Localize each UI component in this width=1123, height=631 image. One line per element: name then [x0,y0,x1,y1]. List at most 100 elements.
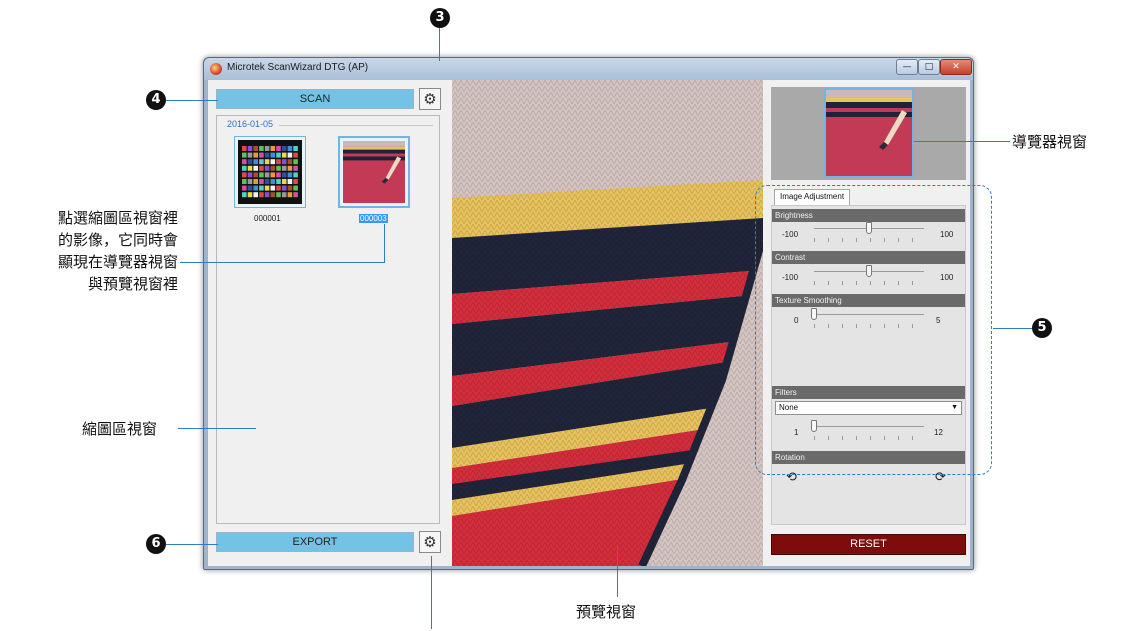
color-patch [264,146,270,151]
color-patch [293,152,298,158]
thumbnail-image-color-chart [238,140,302,204]
color-patch [259,165,264,171]
color-patch [242,179,247,184]
color-patch [276,165,281,171]
date-group-divider [279,125,433,126]
callout-5-leader [993,328,1032,329]
callout-6-leader [166,544,218,545]
color-patch [259,146,264,151]
color-patch [281,165,287,171]
color-patch [281,179,287,184]
color-patch [264,159,270,165]
color-patch [293,192,298,198]
color-patch [293,179,298,184]
thumbnail-caption: 000001 [254,214,281,223]
color-patch [264,152,270,158]
color-patch [293,165,298,171]
adjustment-highlight-box [755,185,992,475]
preview-image-fabric [452,80,763,566]
color-patch [259,159,264,165]
color-patch [287,152,293,158]
callout-5: 5 [1032,318,1052,338]
color-patch [253,172,258,178]
stage: Microtek ScanWizard DTG (AP) — □ ✕ SCAN … [0,0,1123,631]
thumbnail-item[interactable] [234,136,306,208]
color-patch [287,159,293,165]
gear-icon: ⚙ [423,533,437,551]
color-patch [276,172,281,178]
color-patch [253,146,258,151]
color-patch [270,179,276,184]
thumbnail-caption-selected: 000003 [359,214,388,223]
color-patch [253,159,258,165]
color-patch [270,172,276,178]
color-patch [259,185,264,191]
callout-4-leader [166,100,218,101]
thumbnail-area: 2016-01-05 000001 000003 [216,115,440,524]
color-patch [259,179,264,184]
thumbnail-window-leader [178,428,256,429]
color-patch [270,192,276,198]
scan-button[interactable]: SCAN [216,89,414,109]
color-patch [247,192,253,198]
left-panel: SCAN ⚙ 2016-01-05 000001 000003 EXPORT ⚙ [208,80,450,566]
color-patch [293,159,298,165]
color-patch [281,192,287,198]
preview-window-label: 預覽視窗 [576,603,637,621]
color-patch [253,152,258,158]
color-patch [270,185,276,191]
thumbnail-hint-leader-v [384,224,385,263]
thumbnail-hint-line: 與預覽視窗裡 [87,275,178,293]
color-patch [264,179,270,184]
color-patch [242,159,247,165]
color-patch [247,179,253,184]
scan-settings-button[interactable]: ⚙ [419,88,441,110]
preview-pane[interactable] [452,80,763,566]
reset-button[interactable]: RESET [771,534,966,555]
color-patch [259,152,264,158]
color-patch [287,146,293,151]
color-patch [242,165,247,171]
color-patch [242,185,247,191]
color-patch [242,172,247,178]
color-patch [247,172,253,178]
export-settings-button[interactable]: ⚙ [419,531,441,553]
color-patch [276,152,281,158]
color-patch [281,152,287,158]
color-patch [247,146,253,151]
color-patch [253,165,258,171]
color-patch [242,146,247,151]
title-bar: Microtek ScanWizard DTG (AP) — □ ✕ [204,58,973,80]
color-patch [270,159,276,165]
color-patch [281,185,287,191]
close-button[interactable]: ✕ [940,59,972,75]
color-patch [259,172,264,178]
maximize-button[interactable]: □ [918,59,940,75]
color-patch [287,165,293,171]
color-patch [264,172,270,178]
color-patch [287,179,293,184]
navigator-window-label: 導覽器視窗 [1012,133,1088,151]
color-patch [264,165,270,171]
color-patch [253,179,258,184]
color-patch [276,159,281,165]
thumbnail-item-selected[interactable] [338,136,410,208]
color-patch [293,146,298,151]
navigator-pane [771,87,966,180]
thumbnail-hint-line: 點選縮圖區視窗裡 [57,209,178,227]
thumbnail-hint-line: 顯現在導覽器視窗 [57,253,178,271]
color-patch [247,165,253,171]
export-settings-leader [431,556,432,629]
export-button[interactable]: EXPORT [216,532,414,552]
app-icon [210,63,222,75]
color-patch [276,146,281,151]
minimize-button[interactable]: — [896,59,918,75]
callout-6: 6 [146,534,166,554]
thumbnail-image-fabric [343,141,405,203]
color-patch [247,152,253,158]
color-patch [281,159,287,165]
color-patch [253,185,258,191]
color-patch [247,159,253,165]
color-patch [293,185,298,191]
color-patch [287,172,293,178]
